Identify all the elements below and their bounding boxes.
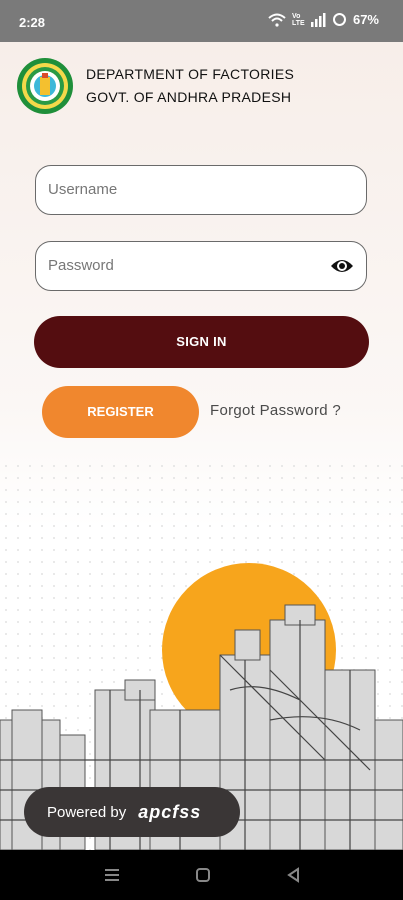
status-time: 2:28 [19, 15, 46, 30]
system-navigation-bar [0, 850, 403, 900]
register-button[interactable]: REGISTER [42, 386, 199, 438]
header-title-line2: GOVT. OF ANDHRA PRADESH [86, 89, 292, 105]
password-field[interactable] [35, 241, 367, 291]
eye-icon[interactable] [330, 255, 354, 277]
powered-by-label: Powered by [47, 803, 127, 821]
header-title-line1: DEPARTMENT OF FACTORIES [86, 66, 295, 82]
status-icons: Vo LTE 67% [268, 12, 379, 27]
powered-by-badge: Powered by apcfss [24, 787, 240, 837]
signal-icon [310, 12, 326, 27]
back-nav-icon[interactable] [286, 867, 300, 883]
forgot-password-link[interactable]: Forgot Password ? [210, 402, 341, 419]
apcfss-logo: apcfss [138, 801, 202, 822]
home-nav-icon[interactable] [195, 867, 211, 883]
signin-button[interactable]: SIGN IN [34, 316, 369, 368]
app-header: DEPARTMENT OF FACTORIES GOVT. OF ANDHRA … [16, 57, 294, 115]
battery-percent: 67% [352, 12, 379, 27]
wifi-icon [268, 13, 286, 27]
volte-label: Vo LTE [291, 12, 305, 27]
username-field[interactable] [35, 165, 367, 215]
emblem-logo [17, 58, 73, 114]
battery-icon [332, 13, 346, 26]
password-input[interactable] [36, 242, 318, 288]
status-bar: 2:28 Vo LTE 67% [0, 0, 403, 42]
username-input[interactable] [36, 166, 318, 212]
menu-nav-icon[interactable] [104, 868, 120, 882]
